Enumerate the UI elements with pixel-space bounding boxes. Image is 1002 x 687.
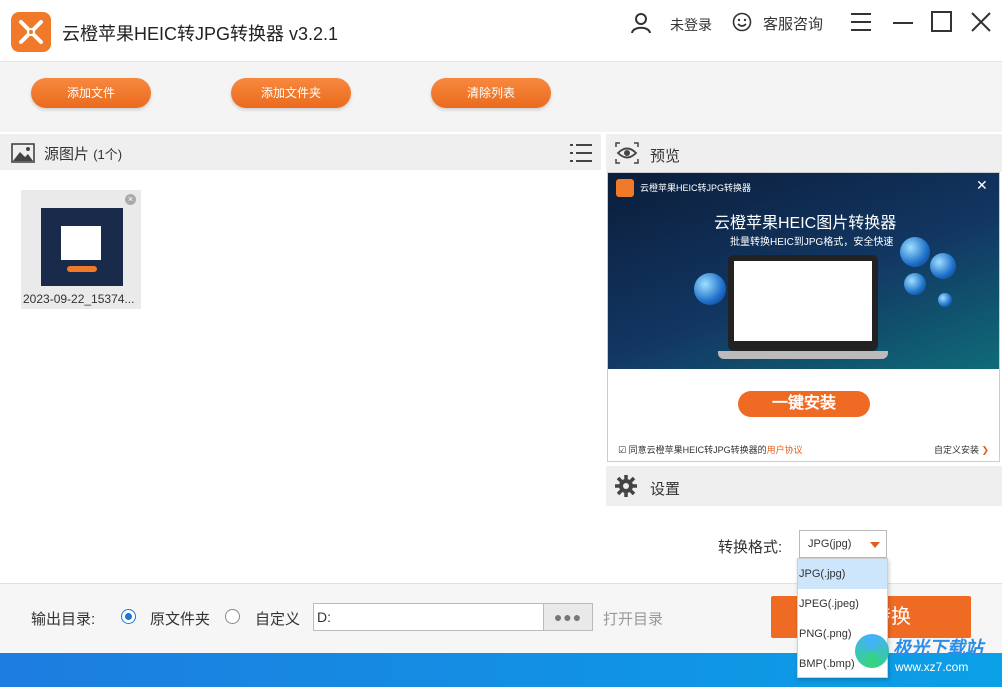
custom-folder-radio[interactable] — [225, 609, 240, 624]
preview-custom-install: 自定义安装 ❯ — [934, 445, 990, 455]
laptop-screen — [734, 261, 872, 341]
thumbnail-button-shape — [67, 266, 97, 272]
thumbnail-preview — [41, 208, 123, 286]
source-panel-header: 源图片 (1个) — [0, 134, 601, 170]
close-icon[interactable] — [969, 10, 993, 34]
eye-icon — [615, 142, 639, 164]
customer-service-link[interactable]: 客服咨询 — [763, 13, 823, 34]
preview-agreement: ☑ 同意云橙苹果HEIC转JPG转换器的用户协议 — [618, 445, 803, 455]
bubble — [904, 273, 926, 295]
title-bar: 云橙苹果HEIC转JPG转换器 v3.2.1 未登录 客服咨询 — [0, 0, 1002, 62]
app-title: 云橙苹果HEIC转JPG转换器 v3.2.1 — [62, 24, 339, 44]
watermark: 极光下载站 www.xz7.com — [855, 628, 1002, 686]
toolbar: 添加文件 添加文件夹 清除列表 — [0, 62, 1002, 132]
bubble — [938, 293, 952, 307]
add-folder-button[interactable]: 添加文件夹 — [231, 78, 351, 108]
preview-subline: 批量转换HEIC到JPG格式，安全快速 — [730, 237, 894, 248]
list-view-icon[interactable] — [570, 142, 592, 164]
app-logo-icon — [11, 12, 51, 52]
preview-install-button: 一键安装 — [738, 391, 870, 417]
minimize-icon[interactable] — [891, 10, 915, 34]
output-path-input[interactable] — [313, 603, 544, 631]
customer-service-icon[interactable] — [732, 12, 752, 32]
source-title: 源图片 (1个) — [44, 146, 123, 163]
preview-banner: 云橙苹果HEIC转JPG转换器 ✕ 云橙苹果HEIC图片转换器 批量转换HEIC… — [608, 173, 999, 369]
thumbnail-filename: 2023-09-22_15374... — [23, 292, 135, 306]
preview-panel-header: 预览 — [606, 134, 1002, 172]
bubble — [930, 253, 956, 279]
settings-panel-header: 设置 — [606, 466, 1002, 506]
watermark-logo-icon — [855, 634, 889, 668]
format-option-jpg[interactable]: JPG(.jpg) — [798, 559, 887, 589]
format-selected-value: JPG(jpg) — [808, 538, 852, 550]
output-label: 输出目录: — [31, 611, 96, 628]
image-icon — [11, 143, 35, 163]
source-count: (1个) — [93, 147, 123, 162]
settings-title: 设置 — [650, 481, 681, 498]
original-folder-radio[interactable] — [121, 609, 136, 624]
preview-title: 预览 — [650, 148, 681, 165]
preview-close-icon: ✕ — [976, 177, 988, 193]
bubble — [900, 237, 930, 267]
dropdown-arrow-icon[interactable] — [870, 542, 880, 548]
preview-logo-icon — [616, 179, 634, 197]
format-select[interactable]: JPG(jpg) — [799, 530, 887, 558]
open-directory-link[interactable]: 打开目录 — [603, 608, 663, 629]
laptop-graphic — [718, 255, 888, 359]
add-file-button[interactable]: 添加文件 — [31, 78, 151, 108]
preview-image: 云橙苹果HEIC转JPG转换器 ✕ 云橙苹果HEIC图片转换器 批量转换HEIC… — [607, 172, 1000, 462]
format-label: 转换格式: — [718, 539, 783, 556]
format-option-jpeg[interactable]: JPEG(.jpeg) — [798, 589, 887, 619]
watermark-brand: 极光下载站 — [893, 638, 983, 658]
menu-icon[interactable] — [849, 10, 873, 34]
bubble — [694, 273, 726, 305]
maximize-icon[interactable] — [930, 10, 954, 34]
gear-icon — [615, 475, 637, 497]
remove-file-icon[interactable]: × — [125, 194, 136, 205]
thumbnail-window-shape — [61, 226, 101, 260]
clear-list-button[interactable]: 清除列表 — [431, 78, 551, 108]
preview-headline: 云橙苹果HEIC图片转换器 — [714, 215, 897, 232]
login-link[interactable]: 未登录 — [670, 15, 712, 35]
preview-app-name: 云橙苹果HEIC转JPG转换器 — [640, 183, 752, 193]
watermark-url: www.xz7.com — [895, 660, 969, 674]
user-icon[interactable] — [630, 12, 652, 34]
original-folder-label[interactable]: 原文件夹 — [150, 608, 210, 629]
laptop-base — [718, 351, 888, 359]
custom-folder-label[interactable]: 自定义 — [255, 608, 300, 629]
browse-button[interactable]: ●●● — [543, 603, 593, 631]
